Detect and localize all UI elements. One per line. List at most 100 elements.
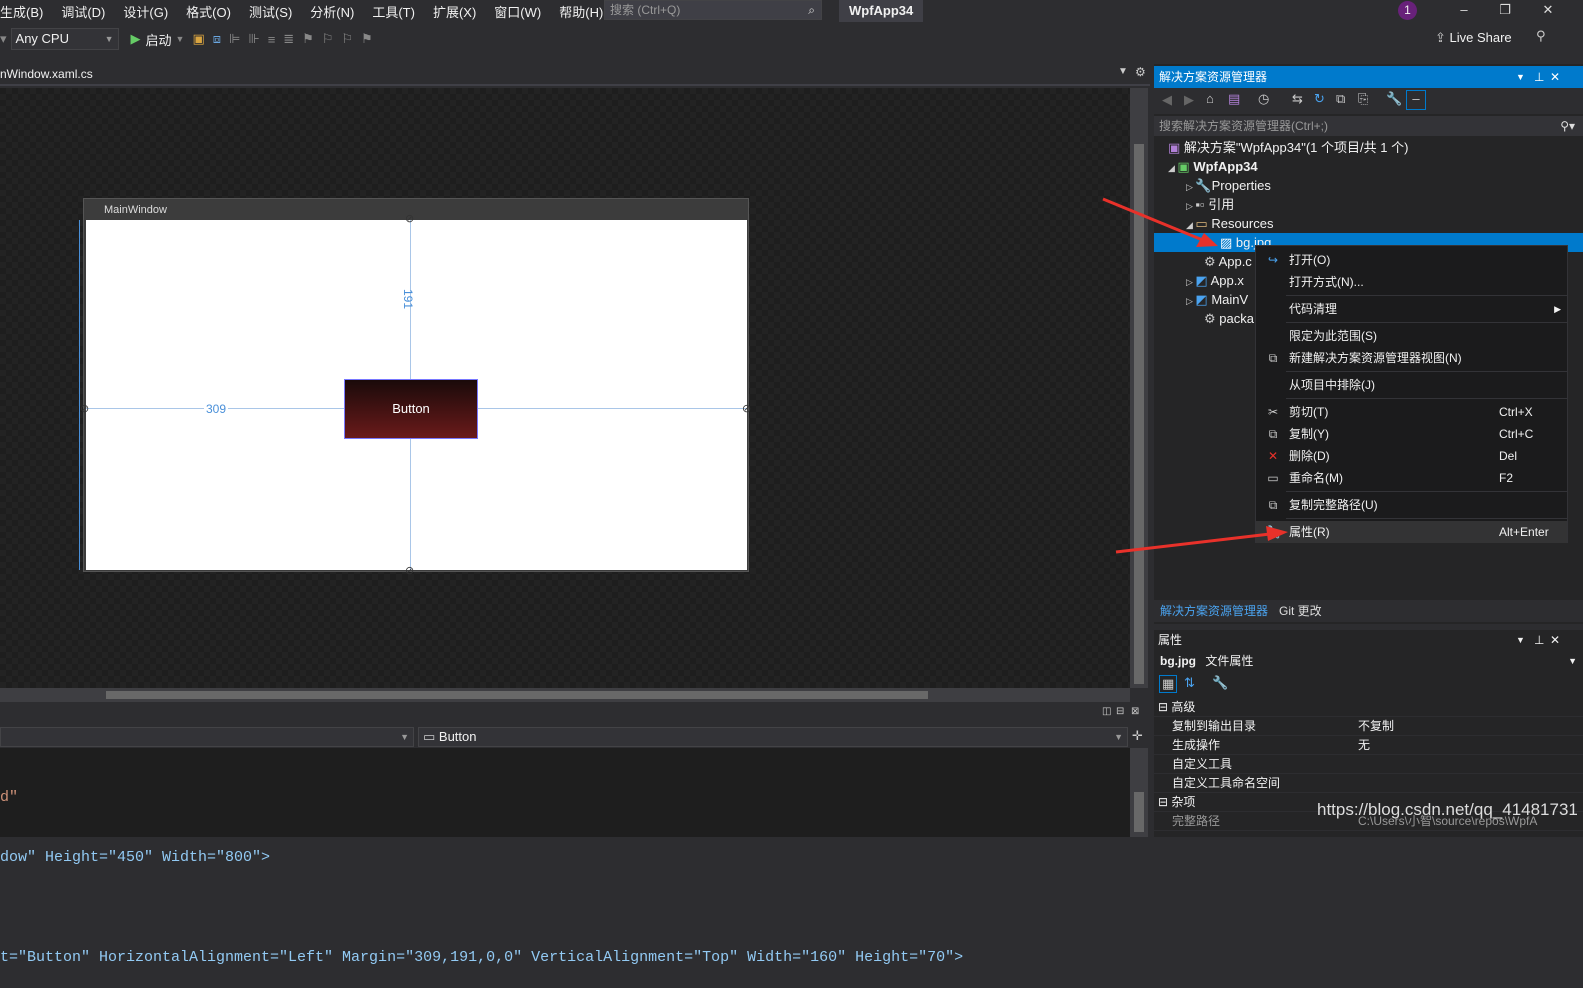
bookmark-next-icon[interactable]: ⚐ bbox=[342, 31, 354, 47]
toolbar-dropdown-arrow-icon[interactable]: ▾ bbox=[0, 31, 7, 47]
home-icon[interactable]: ⌂ bbox=[1206, 91, 1214, 106]
menu-tools[interactable]: 工具(T) bbox=[372, 2, 425, 21]
collapse-pane-icon[interactable]: ⊠ bbox=[1131, 706, 1139, 717]
menu-item-open[interactable]: ↪ 打开(O) bbox=[1256, 249, 1567, 271]
tree-item-properties[interactable]: ▷ 🔧Properties bbox=[1154, 176, 1583, 195]
bookmark-clear-icon[interactable]: ⚑ bbox=[361, 31, 373, 47]
indent-icon[interactable]: ≡ bbox=[268, 32, 276, 47]
tree-item-project[interactable]: ◢ ▣ WpfApp34 bbox=[1154, 157, 1583, 176]
collapsed-arrow-icon[interactable]: ▷ bbox=[1186, 182, 1195, 192]
menu-item-properties[interactable]: 🔧 属性(R) Alt+Enter bbox=[1256, 521, 1567, 543]
xaml-scope-combo[interactable]: ▼ bbox=[0, 727, 414, 747]
switch-view-icon[interactable]: ▤ bbox=[1228, 91, 1240, 107]
property-pages-icon[interactable]: 🔧 bbox=[1212, 675, 1228, 691]
sync-icon[interactable]: ⇆ bbox=[1292, 91, 1303, 107]
property-row[interactable]: 自定义工具 bbox=[1154, 755, 1583, 774]
alphabetical-icon[interactable]: ⇅ bbox=[1184, 675, 1195, 691]
platform-combo[interactable]: Any CPU ▼ bbox=[10, 28, 119, 50]
add-split-icon[interactable]: ✛ bbox=[1132, 728, 1143, 744]
menu-design[interactable]: 设计(G) bbox=[123, 2, 178, 21]
expanded-arrow-icon[interactable]: ◢ bbox=[1168, 163, 1177, 173]
tab-active-file[interactable]: nWindow.xaml.cs bbox=[0, 67, 93, 81]
menu-item-scope-to-this[interactable]: 限定为此范围(S) bbox=[1256, 325, 1567, 347]
menu-item-code-cleanup[interactable]: 代码清理 ▶ bbox=[1256, 298, 1567, 320]
top-anchor-icon[interactable]: ⊘ bbox=[405, 212, 414, 225]
menu-extensions[interactable]: 扩展(X) bbox=[433, 2, 486, 21]
xaml-scroll-thumb[interactable] bbox=[1134, 792, 1144, 832]
left-anchor-icon[interactable]: ⊘ bbox=[80, 402, 89, 415]
xaml-editor[interactable]: d" dow" Height="450" Width="800"> t="But… bbox=[0, 748, 1130, 966]
designer-vertical-scrollbar[interactable] bbox=[1130, 88, 1148, 688]
scroll-thumb[interactable] bbox=[1134, 144, 1144, 684]
solution-search-input[interactable]: 搜索解决方案资源管理器(Ctrl+;) ⚲▾ bbox=[1154, 116, 1583, 136]
pane-dropdown-icon[interactable]: ▼ bbox=[1516, 66, 1525, 88]
expanded-arrow-icon[interactable]: ◢ bbox=[1186, 220, 1195, 230]
bookmark-prev-icon[interactable]: ⚐ bbox=[322, 31, 334, 47]
tree-item-references[interactable]: ▷ ▪▫ 引用 bbox=[1154, 195, 1583, 214]
close-button[interactable]: ✕ bbox=[1525, 0, 1571, 22]
menu-item-copy-full-path[interactable]: ⧉ 复制完整路径(U) bbox=[1256, 494, 1567, 516]
split-horizontal-icon[interactable]: ⊟ bbox=[1116, 706, 1124, 717]
menu-window[interactable]: 窗口(W) bbox=[494, 2, 551, 21]
close-pane-icon[interactable]: ✕ bbox=[1550, 66, 1560, 88]
live-share-button[interactable]: ⇪ Live Share bbox=[1435, 30, 1512, 46]
pin-icon[interactable]: ⊥ bbox=[1534, 66, 1544, 88]
menu-item-exclude[interactable]: 从项目中排除(J) bbox=[1256, 374, 1567, 396]
hscroll-thumb[interactable] bbox=[106, 691, 928, 699]
property-row[interactable]: 复制到输出目录 不复制 bbox=[1154, 717, 1583, 736]
outdent-icon[interactable]: ≣ bbox=[283, 31, 294, 47]
tree-item-resources[interactable]: ◢ ▭ Resources bbox=[1154, 214, 1583, 233]
designer-horizontal-scrollbar[interactable] bbox=[0, 688, 1130, 702]
collapsed-arrow-icon[interactable]: ▷ bbox=[1186, 277, 1195, 287]
camera-icon[interactable]: ⧈ bbox=[213, 31, 221, 47]
back-icon[interactable]: ◀ bbox=[1162, 92, 1172, 108]
global-search-input[interactable]: 搜索 (Ctrl+Q) ⌕ bbox=[604, 0, 822, 20]
designer-button-control[interactable]: Button bbox=[344, 379, 478, 439]
menu-item-delete[interactable]: ✕ 删除(D) Del bbox=[1256, 445, 1567, 467]
menu-debug[interactable]: 调试(D) bbox=[61, 2, 115, 21]
collapse-icon[interactable]: ⊟ bbox=[1158, 795, 1171, 809]
tab-git-changes[interactable]: Git 更改 bbox=[1279, 600, 1322, 622]
layout-icon[interactable]: ⊪ bbox=[248, 31, 259, 47]
menu-item-cut[interactable]: ✂ 剪切(T) Ctrl+X bbox=[1256, 401, 1567, 423]
property-value[interactable]: 不复制 bbox=[1358, 717, 1394, 736]
collapsed-arrow-icon[interactable]: ▷ bbox=[1186, 201, 1195, 211]
menu-analyze[interactable]: 分析(N) bbox=[310, 2, 364, 21]
right-anchor-icon[interactable]: ⊘ bbox=[742, 402, 751, 415]
pin-icon[interactable]: ⊥ bbox=[1534, 630, 1544, 650]
menu-item-rename[interactable]: ▭ 重命名(M) F2 bbox=[1256, 467, 1567, 489]
refresh-icon[interactable]: ↻ bbox=[1314, 91, 1325, 107]
close-pane-icon[interactable]: ✕ bbox=[1550, 630, 1560, 650]
tab-overflow-icon[interactable]: ▼ bbox=[1118, 66, 1128, 77]
collapse-icon[interactable]: ⊟ bbox=[1158, 700, 1171, 714]
bookmark-icon[interactable]: ⚑ bbox=[302, 31, 314, 47]
categorized-icon[interactable]: ▦ bbox=[1159, 675, 1178, 693]
menu-test[interactable]: 测试(S) bbox=[249, 2, 302, 21]
property-row[interactable]: 生成操作 无 bbox=[1154, 736, 1583, 755]
properties-object-selector[interactable]: bg.jpg 文件属性 ▼ bbox=[1154, 650, 1583, 672]
menu-item-new-explorer-view[interactable]: ⧉ 新建解决方案资源管理器视图(N) bbox=[1256, 347, 1567, 369]
collapsed-arrow-icon[interactable]: ▷ bbox=[1186, 296, 1195, 306]
pending-changes-icon[interactable]: ◷ bbox=[1258, 91, 1269, 107]
minimize-button[interactable]: – bbox=[1441, 0, 1487, 22]
forward-icon[interactable]: ▶ bbox=[1184, 92, 1194, 108]
menu-item-copy[interactable]: ⧉ 复制(Y) Ctrl+C bbox=[1256, 423, 1567, 445]
folder-icon[interactable]: ▣ bbox=[192, 31, 204, 47]
preview-icon[interactable]: – bbox=[1406, 90, 1426, 110]
category-advanced[interactable]: ⊟ 高级 bbox=[1154, 698, 1583, 717]
tab-solution-explorer[interactable]: 解决方案资源管理器 bbox=[1160, 600, 1268, 622]
menu-format[interactable]: 格式(O) bbox=[186, 2, 241, 21]
bottom-anchor-icon[interactable]: ⊘ bbox=[405, 564, 414, 577]
start-play-icon[interactable]: ▶ bbox=[131, 31, 141, 47]
notification-badge[interactable]: 1 bbox=[1398, 1, 1417, 20]
collapse-all-icon[interactable]: ⧉ bbox=[1336, 91, 1345, 107]
align-icon[interactable]: ⊫ bbox=[229, 31, 240, 47]
feedback-icon[interactable]: ⚲ bbox=[1536, 28, 1546, 44]
gear-icon[interactable]: ⚙ bbox=[1135, 65, 1146, 79]
restore-button[interactable]: ❐ bbox=[1482, 0, 1528, 22]
start-dropdown-icon[interactable]: ▼ bbox=[176, 34, 185, 44]
pane-dropdown-icon[interactable]: ▼ bbox=[1516, 630, 1525, 650]
wrench-icon[interactable]: 🔧 bbox=[1386, 91, 1402, 107]
menu-item-open-with[interactable]: 打开方式(N)... bbox=[1256, 271, 1567, 293]
split-vertical-icon[interactable]: ◫ bbox=[1102, 706, 1111, 717]
